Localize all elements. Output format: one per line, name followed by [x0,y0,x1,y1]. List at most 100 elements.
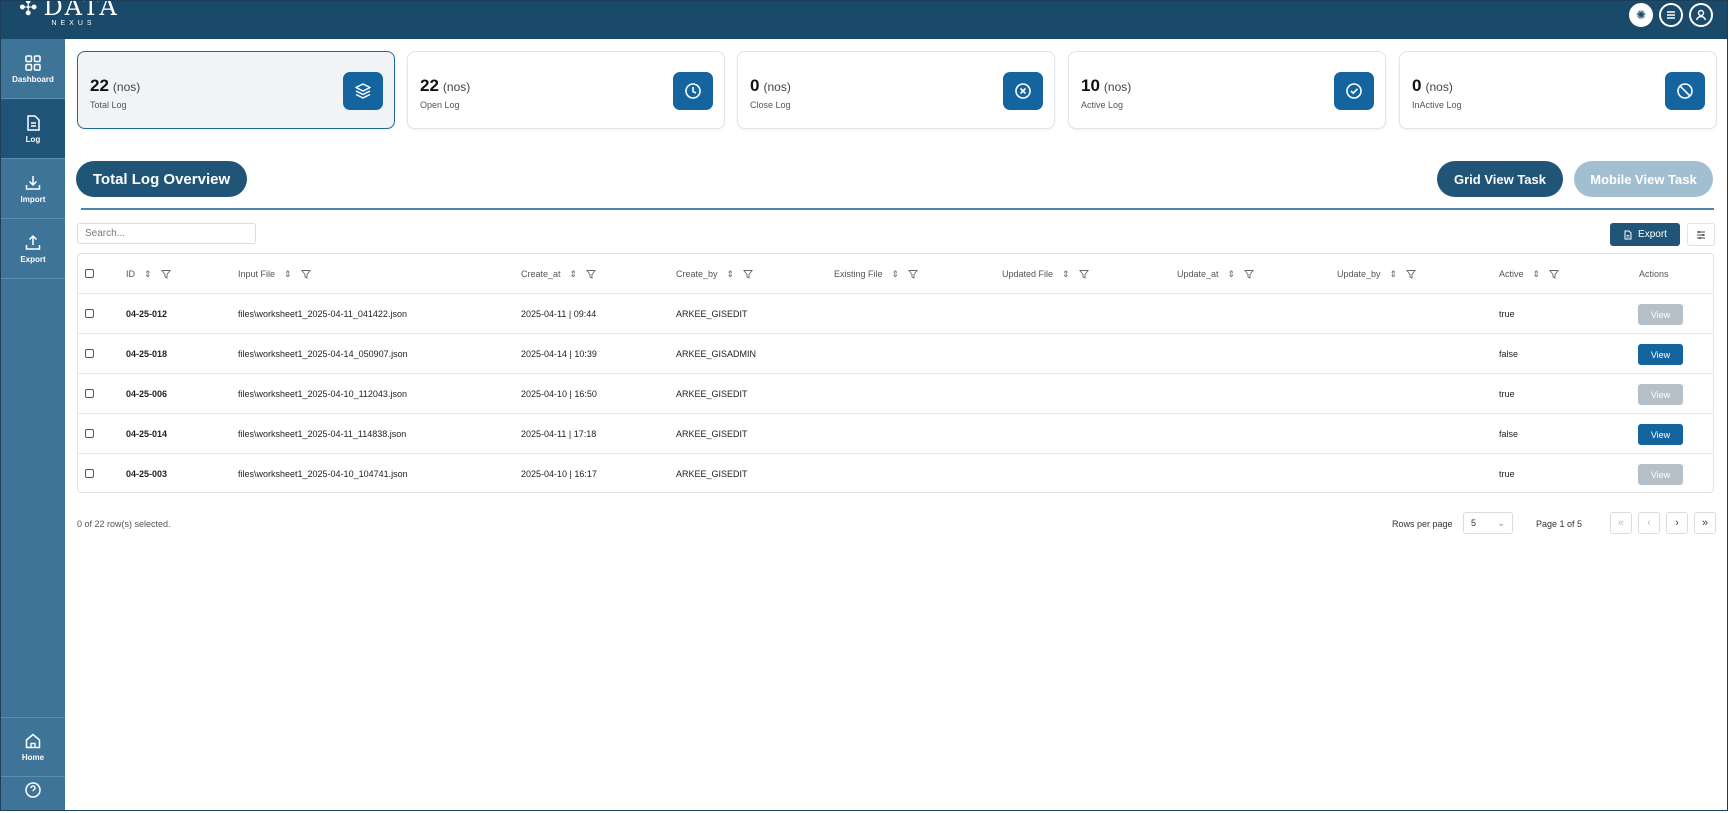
file-icon [1624,230,1632,239]
sort-icon[interactable]: ⇕ [1390,269,1398,280]
filter-icon[interactable] [586,269,596,279]
sort-icon[interactable]: ⇕ [144,269,152,280]
stat-value: 10 [1081,76,1100,95]
previous-page-button[interactable]: ‹ [1638,512,1660,534]
filter-icon[interactable] [300,269,311,279]
filter-icon[interactable] [743,269,753,279]
help-icon [25,782,41,798]
row-checkbox[interactable] [85,469,94,478]
sidebar-item-home[interactable]: Home [1,717,65,777]
stat-card-open-log[interactable]: 22 (nos) Open Log [407,51,725,129]
cell-create-by: ARKEE_GISEDIT [676,309,748,319]
sort-icon[interactable]: ⇕ [1062,269,1070,280]
upload-icon [25,234,41,250]
column-header-input-file[interactable]: Input File ⇕ [238,254,311,294]
chevron-right-icon: › [1675,517,1679,529]
last-page-button[interactable]: » [1694,512,1716,534]
sidebar-item-label: Dashboard [12,74,54,84]
stat-card-active-log[interactable]: 10 (nos) Active Log [1068,51,1386,129]
menu-icon[interactable] [1659,3,1683,27]
column-header-update-by[interactable]: Update_by ⇕ [1337,254,1416,294]
stat-card-total-log[interactable]: 22 (nos) Total Log [77,51,395,129]
sidebar-item-help[interactable] [1,777,65,810]
cell-active: true [1499,389,1515,399]
view-button[interactable]: View [1638,344,1683,365]
selection-status: 0 of 22 row(s) selected. [77,519,171,529]
table-row[interactable]: 04-25-003 files\worksheet1_2025-04-10_10… [78,454,1713,494]
cell-input-file: files\worksheet1_2025-04-11_041422.json [238,309,407,319]
theme-toggle-icon[interactable]: ✺ [1629,3,1653,27]
sidebar-item-import[interactable]: Import [1,159,65,219]
sidebar-item-export[interactable]: Export [1,219,65,279]
sidebar-item-label: Export [20,254,46,264]
block-icon [1665,72,1705,110]
view-button[interactable]: View [1638,384,1683,405]
app-frame: ✣ DATA NEXUS ✺ Dashboard Log Import Expo… [0,0,1728,811]
rows-per-page-select[interactable]: 5 ⌄ [1463,512,1513,534]
sort-icon[interactable]: ⇕ [570,269,578,280]
sidebar-item-log[interactable]: Log [1,99,65,159]
user-icon[interactable] [1689,3,1713,27]
grid-icon [25,54,41,71]
total-log-overview-button[interactable]: Total Log Overview [76,161,247,197]
search-input[interactable] [77,223,256,244]
column-header-updated-file[interactable]: Updated File ⇕ [1002,254,1089,294]
table-row[interactable]: 04-25-014 files\worksheet1_2025-04-11_11… [78,414,1713,454]
cell-create-at: 2025-04-11 | 17:18 [521,429,597,439]
rows-per-page-label: Rows per page [1392,519,1453,529]
cell-id: 04-25-018 [126,349,168,359]
stat-card-close-log[interactable]: 0 (nos) Close Log [737,51,1055,129]
chevron-left-icon: ‹ [1647,517,1651,529]
sort-icon[interactable]: ⇕ [1533,269,1541,280]
column-header-existing-file[interactable]: Existing File ⇕ [834,254,918,294]
stat-label: Active Log [1081,100,1124,110]
page-info: Page 1 of 5 [1536,519,1583,529]
column-settings-icon[interactable] [1687,223,1715,246]
table-row[interactable]: 04-25-012 files\worksheet1_2025-04-11_04… [78,294,1713,334]
log-table: ID ⇕ Input File ⇕ Create_at ⇕ Create_by … [77,253,1714,493]
table-row[interactable]: 04-25-006 files\worksheet1_2025-04-10_11… [78,374,1713,414]
filter-icon[interactable] [1078,269,1089,279]
column-header-create-at[interactable]: Create_at ⇕ [521,254,596,294]
cell-input-file: files\worksheet1_2025-04-11_114838.json [238,429,407,439]
sort-icon[interactable]: ⇕ [892,269,900,280]
sort-icon[interactable]: ⇕ [727,269,735,280]
column-header-id[interactable]: ID ⇕ [126,254,171,294]
row-checkbox[interactable] [85,389,94,398]
view-button[interactable]: View [1638,424,1683,445]
filter-icon[interactable] [1406,269,1416,279]
select-all-checkbox[interactable] [85,269,94,278]
view-button[interactable]: View [1638,464,1683,485]
brand-logo[interactable]: ✣ DATA NEXUS [19,1,119,27]
next-page-button[interactable]: › [1666,512,1688,534]
row-checkbox[interactable] [85,309,94,318]
filter-icon[interactable] [908,269,918,279]
column-header-active[interactable]: Active ⇕ [1499,254,1559,294]
export-label: Export [1638,229,1667,240]
column-header-update-at[interactable]: Update_at ⇕ [1177,254,1254,294]
filter-icon[interactable] [160,269,171,279]
export-button[interactable]: Export [1610,223,1680,246]
stat-card-inactive-log[interactable]: 0 (nos) InActive Log [1399,51,1717,129]
check-circle-icon [1334,72,1374,110]
double-chevron-right-icon: » [1701,517,1709,529]
sidebar-item-dashboard[interactable]: Dashboard [1,39,65,99]
filter-icon[interactable] [1244,269,1254,279]
column-header-create-by[interactable]: Create_by ⇕ [676,254,753,294]
sort-icon[interactable]: ⇕ [1228,269,1236,280]
mobile-view-task-button[interactable]: Mobile View Task [1574,161,1713,197]
cell-id: 04-25-012 [126,309,168,319]
table-row[interactable]: 04-25-018 files\worksheet1_2025-04-14_05… [78,334,1713,374]
stat-value: 0 [750,76,760,95]
view-button[interactable]: View [1638,304,1683,325]
stat-unit: (nos) [1425,80,1453,94]
row-checkbox[interactable] [85,349,94,358]
row-checkbox[interactable] [85,429,94,438]
grid-view-task-button[interactable]: Grid View Task [1437,161,1563,197]
sort-icon[interactable]: ⇕ [284,269,292,280]
first-page-button[interactable]: « [1610,512,1632,534]
table-header-row: ID ⇕ Input File ⇕ Create_at ⇕ Create_by … [78,254,1713,294]
filter-icon[interactable] [1549,269,1559,279]
cell-input-file: files\worksheet1_2025-04-10_104741.json [238,469,408,479]
cell-create-by: ARKEE_GISEDIT [676,469,748,479]
